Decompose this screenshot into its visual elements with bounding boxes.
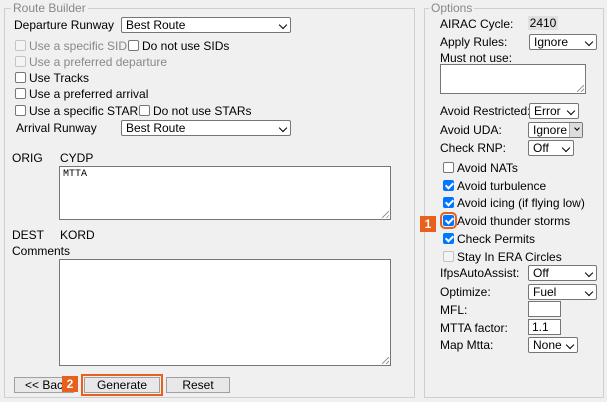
chevron-down-icon	[278, 123, 288, 133]
chevron-down-icon	[566, 106, 576, 116]
departure-runway-label: Departure Runway	[14, 18, 115, 32]
check-rnp-value: Off	[533, 141, 549, 155]
route-text: MTTA	[63, 169, 88, 180]
route-textarea[interactable]: MTTA	[59, 166, 391, 220]
map-mtta-value: None	[533, 338, 562, 352]
stay-in-era-label: Stay In ERA Circles	[457, 250, 562, 264]
chevron-down-icon	[584, 268, 594, 278]
arrival-runway-select[interactable]: Best Route	[121, 120, 291, 136]
check-rnp-select[interactable]: Off	[528, 140, 574, 156]
use-specific-star-checkbox[interactable]	[15, 105, 26, 116]
avoid-uda-select[interactable]: Ignore	[528, 122, 583, 138]
optimize-label: Optimize:	[440, 285, 491, 299]
optimize-value: Fuel	[533, 285, 557, 299]
use-tracks-checkbox[interactable]	[15, 72, 26, 83]
use-preferred-departure-checkbox[interactable]	[15, 56, 26, 67]
departure-runway-value: Best Route	[126, 18, 186, 32]
use-specific-sid-checkbox[interactable]	[15, 40, 26, 51]
ifps-auto-assist-select[interactable]: Off	[528, 265, 597, 281]
chevron-down-icon	[584, 287, 594, 297]
ifps-auto-assist-label: IfpsAutoAssist:	[440, 266, 520, 280]
orig-value: CYDP	[60, 151, 94, 165]
mfl-input[interactable]	[528, 301, 561, 317]
map-mtta-label: Map Mtta:	[440, 338, 494, 352]
must-not-use-label: Must not use:	[440, 51, 513, 65]
use-specific-sid-label: Use a specific SID	[29, 39, 128, 53]
chevron-down-icon	[584, 37, 594, 47]
dest-value: KORD	[60, 228, 95, 242]
use-tracks-label: Use Tracks	[29, 71, 90, 85]
use-specific-star-label: Use a specific STAR	[29, 104, 139, 118]
do-not-use-stars-label: Do not use STARs	[153, 104, 252, 118]
avoid-uda-label: Avoid UDA:	[440, 123, 502, 137]
arrival-runway-label: Arrival Runway	[16, 121, 97, 135]
apply-rules-label: Apply Rules:	[440, 35, 508, 49]
optimize-select[interactable]: Fuel	[528, 284, 597, 300]
avoid-restricted-value: Error	[534, 104, 561, 118]
mfl-label: MFL:	[440, 303, 468, 317]
avoid-icing-label: Avoid icing (if flying low)	[457, 196, 585, 210]
chevron-down-icon	[278, 20, 288, 30]
dest-label: DEST	[12, 228, 45, 242]
use-preferred-arrival-label: Use a preferred arrival	[29, 87, 149, 101]
do-not-use-sids-checkbox[interactable]	[128, 40, 139, 51]
apply-rules-value: Ignore	[534, 35, 569, 49]
arrival-runway-value: Best Route	[126, 121, 186, 135]
avoid-nats-label: Avoid NATs	[457, 161, 518, 175]
avoid-turbulence-checkbox[interactable]	[443, 180, 454, 191]
avoid-restricted-select[interactable]: Error	[529, 103, 579, 119]
generate-button[interactable]: Generate	[81, 374, 163, 396]
use-preferred-arrival-checkbox[interactable]	[15, 88, 26, 99]
chevron-down-icon	[565, 340, 575, 350]
annotation-marker-2: 2	[62, 376, 78, 392]
stay-in-era-checkbox[interactable]	[443, 251, 454, 262]
map-mtta-select[interactable]: None	[528, 337, 578, 353]
check-permits-label: Check Permits	[457, 232, 536, 246]
comments-label: Comments	[12, 244, 71, 258]
comments-textarea[interactable]	[59, 259, 391, 366]
orig-label: ORIG	[12, 151, 43, 165]
mtta-factor-value: 1.1	[532, 320, 549, 334]
check-permits-checkbox[interactable]	[443, 233, 454, 244]
check-rnp-label: Check RNP:	[440, 141, 507, 155]
resize-grip-icon[interactable]	[382, 357, 389, 364]
departure-runway-select[interactable]: Best Route	[121, 17, 291, 33]
must-not-use-textarea[interactable]	[440, 64, 586, 94]
avoid-icing-checkbox[interactable]	[443, 197, 454, 208]
options-legend: Options	[429, 1, 475, 15]
do-not-use-stars-checkbox[interactable]	[139, 105, 150, 116]
avoid-nats-checkbox[interactable]	[443, 162, 454, 173]
avoid-uda-value: Ignore	[533, 123, 568, 137]
do-not-use-sids-label: Do not use SIDs	[142, 39, 230, 53]
chevron-down-icon	[561, 143, 571, 153]
route-builder-legend: Route Builder	[11, 1, 88, 15]
airac-cycle-label: AIRAC Cycle:	[440, 17, 514, 31]
mtta-factor-input[interactable]: 1.1	[528, 319, 561, 335]
use-preferred-departure-label: Use a preferred departure	[29, 55, 168, 69]
mtta-factor-label: MTTA factor:	[440, 321, 508, 335]
avoid-turbulence-label: Avoid turbulence	[457, 179, 547, 193]
avoid-thunder-label: Avoid thunder storms	[457, 214, 571, 228]
reset-button[interactable]: Reset	[166, 377, 230, 393]
avoid-thunder-checkbox[interactable]	[440, 212, 457, 229]
resize-grip-icon[interactable]	[382, 211, 389, 218]
apply-rules-select[interactable]: Ignore	[529, 34, 597, 50]
ifps-auto-assist-value: Off	[533, 266, 549, 280]
resize-grip-icon[interactable]	[577, 85, 584, 92]
annotation-marker-1: 1	[420, 216, 436, 232]
avoid-restricted-label: Avoid Restricted:	[440, 104, 531, 118]
airac-cycle-value: 2410	[528, 16, 558, 30]
